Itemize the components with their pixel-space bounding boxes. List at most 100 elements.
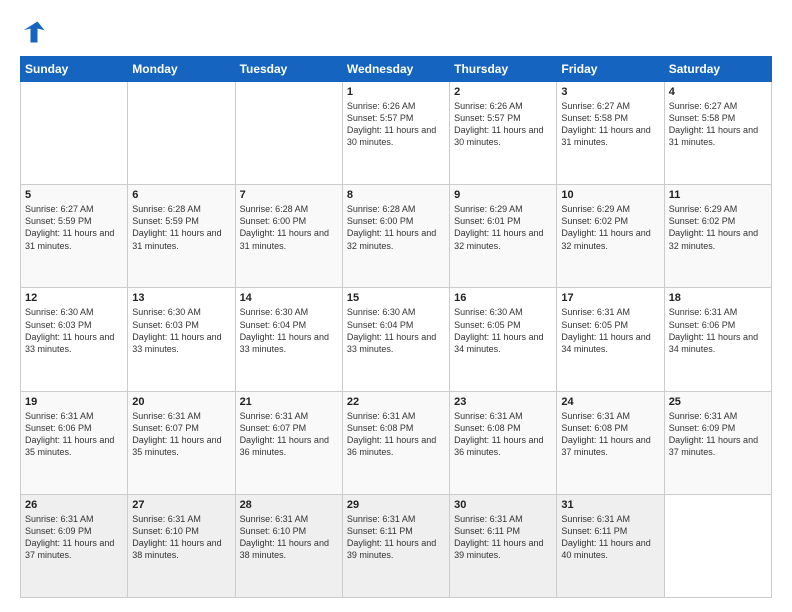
calendar-cell: 29 Sunrise: 6:31 AM Sunset: 6:11 PM Dayli… xyxy=(342,494,449,597)
calendar-cell: 5Sunrise: 6:27 AM Sunset: 5:59 PM Daylig… xyxy=(21,185,128,288)
day-number: 7 xyxy=(240,189,338,201)
day-number: 13 xyxy=(132,292,230,304)
day-number: 18 xyxy=(669,292,767,304)
weekday-header-cell: Sunday xyxy=(21,57,128,82)
calendar-week-row: 26 Sunrise: 6:31 AM Sunset: 6:09 PM Dayli… xyxy=(21,494,772,597)
day-number: 21 xyxy=(240,396,338,408)
day-info: Sunrise: 6:29 AM Sunset: 6:02 PM Dayligh… xyxy=(669,203,767,252)
calendar-cell: 1 Sunrise: 6:26 AM Sunset: 5:57 PM Daylig… xyxy=(342,82,449,185)
day-info: Sunrise: 6:27 AM Sunset: 5:58 PM Dayligh… xyxy=(669,100,767,149)
day-number: 11 xyxy=(669,189,767,201)
calendar-cell: 13Sunrise: 6:30 AM Sunset: 6:03 PM Dayli… xyxy=(128,288,235,391)
day-number: 10 xyxy=(561,189,659,201)
day-number: 26 xyxy=(25,499,123,511)
calendar-cell: 10 Sunrise: 6:29 AM Sunset: 6:02 PM Dayli… xyxy=(557,185,664,288)
day-info: Sunrise: 6:30 AM Sunset: 6:04 PM Dayligh… xyxy=(347,306,445,355)
calendar-cell: 8 Sunrise: 6:28 AM Sunset: 6:00 PM Daylig… xyxy=(342,185,449,288)
calendar-cell: 11 Sunrise: 6:29 AM Sunset: 6:02 PM Dayli… xyxy=(664,185,771,288)
calendar-cell: 2 Sunrise: 6:26 AM Sunset: 5:57 PM Daylig… xyxy=(450,82,557,185)
day-info: Sunrise: 6:31 AM Sunset: 6:08 PM Dayligh… xyxy=(454,410,552,459)
day-info: Sunrise: 6:31 AM Sunset: 6:11 PM Dayligh… xyxy=(454,513,552,562)
day-number: 20 xyxy=(132,396,230,408)
day-info: Sunrise: 6:28 AM Sunset: 6:00 PM Dayligh… xyxy=(240,203,338,252)
calendar-cell: 25 Sunrise: 6:31 AM Sunset: 6:09 PM Dayli… xyxy=(664,391,771,494)
day-info: Sunrise: 6:31 AM Sunset: 6:07 PM Dayligh… xyxy=(132,410,230,459)
calendar-cell: 18 Sunrise: 6:31 AM Sunset: 6:06 PM Dayli… xyxy=(664,288,771,391)
calendar-cell: 24 Sunrise: 6:31 AM Sunset: 6:08 PM Dayli… xyxy=(557,391,664,494)
calendar-cell: 17 Sunrise: 6:31 AM Sunset: 6:05 PM Dayli… xyxy=(557,288,664,391)
day-number: 22 xyxy=(347,396,445,408)
day-number: 27 xyxy=(132,499,230,511)
calendar-cell: 20 Sunrise: 6:31 AM Sunset: 6:07 PM Dayli… xyxy=(128,391,235,494)
weekday-header-row: SundayMondayTuesdayWednesdayThursdayFrid… xyxy=(21,57,772,82)
day-info: Sunrise: 6:28 AM Sunset: 6:00 PM Dayligh… xyxy=(347,203,445,252)
logo xyxy=(20,18,52,46)
day-info: Sunrise: 6:28 AM Sunset: 5:59 PM Dayligh… xyxy=(132,203,230,252)
calendar-cell: 27 Sunrise: 6:31 AM Sunset: 6:10 PM Dayli… xyxy=(128,494,235,597)
calendar-week-row: 5Sunrise: 6:27 AM Sunset: 5:59 PM Daylig… xyxy=(21,185,772,288)
day-info: Sunrise: 6:27 AM Sunset: 5:58 PM Dayligh… xyxy=(561,100,659,149)
day-info: Sunrise: 6:31 AM Sunset: 6:09 PM Dayligh… xyxy=(669,410,767,459)
day-number: 30 xyxy=(454,499,552,511)
day-number: 5 xyxy=(25,189,123,201)
calendar-cell xyxy=(128,82,235,185)
calendar-cell: 28Sunrise: 6:31 AM Sunset: 6:10 PM Dayli… xyxy=(235,494,342,597)
day-number: 8 xyxy=(347,189,445,201)
calendar-week-row: 19 Sunrise: 6:31 AM Sunset: 6:06 PM Dayli… xyxy=(21,391,772,494)
day-info: Sunrise: 6:30 AM Sunset: 6:04 PM Dayligh… xyxy=(240,306,338,355)
calendar-week-row: 12Sunrise: 6:30 AM Sunset: 6:03 PM Dayli… xyxy=(21,288,772,391)
weekday-header-cell: Wednesday xyxy=(342,57,449,82)
day-info: Sunrise: 6:29 AM Sunset: 6:02 PM Dayligh… xyxy=(561,203,659,252)
calendar-cell: 6 Sunrise: 6:28 AM Sunset: 5:59 PM Daylig… xyxy=(128,185,235,288)
calendar-cell: 30 Sunrise: 6:31 AM Sunset: 6:11 PM Dayli… xyxy=(450,494,557,597)
weekday-header-cell: Friday xyxy=(557,57,664,82)
day-info: Sunrise: 6:31 AM Sunset: 6:06 PM Dayligh… xyxy=(25,410,123,459)
day-number: 4 xyxy=(669,86,767,98)
calendar-cell: 9Sunrise: 6:29 AM Sunset: 6:01 PM Daylig… xyxy=(450,185,557,288)
day-number: 1 xyxy=(347,86,445,98)
day-number: 16 xyxy=(454,292,552,304)
day-info: Sunrise: 6:31 AM Sunset: 6:08 PM Dayligh… xyxy=(347,410,445,459)
day-info: Sunrise: 6:26 AM Sunset: 5:57 PM Dayligh… xyxy=(454,100,552,149)
day-number: 9 xyxy=(454,189,552,201)
calendar-cell xyxy=(21,82,128,185)
day-info: Sunrise: 6:31 AM Sunset: 6:11 PM Dayligh… xyxy=(347,513,445,562)
calendar-body: 1 Sunrise: 6:26 AM Sunset: 5:57 PM Daylig… xyxy=(21,82,772,598)
day-info: Sunrise: 6:31 AM Sunset: 6:09 PM Dayligh… xyxy=(25,513,123,562)
calendar-cell: 23 Sunrise: 6:31 AM Sunset: 6:08 PM Dayli… xyxy=(450,391,557,494)
day-number: 19 xyxy=(25,396,123,408)
day-number: 23 xyxy=(454,396,552,408)
day-number: 3 xyxy=(561,86,659,98)
calendar-cell: 31Sunrise: 6:31 AM Sunset: 6:11 PM Dayli… xyxy=(557,494,664,597)
day-number: 6 xyxy=(132,189,230,201)
day-info: Sunrise: 6:30 AM Sunset: 6:05 PM Dayligh… xyxy=(454,306,552,355)
day-number: 24 xyxy=(561,396,659,408)
weekday-header-cell: Tuesday xyxy=(235,57,342,82)
header xyxy=(20,18,772,46)
day-info: Sunrise: 6:26 AM Sunset: 5:57 PM Dayligh… xyxy=(347,100,445,149)
day-number: 2 xyxy=(454,86,552,98)
page: SundayMondayTuesdayWednesdayThursdayFrid… xyxy=(0,0,792,612)
calendar-cell: 15Sunrise: 6:30 AM Sunset: 6:04 PM Dayli… xyxy=(342,288,449,391)
day-number: 12 xyxy=(25,292,123,304)
day-number: 14 xyxy=(240,292,338,304)
day-info: Sunrise: 6:31 AM Sunset: 6:05 PM Dayligh… xyxy=(561,306,659,355)
day-number: 25 xyxy=(669,396,767,408)
calendar-cell: 19 Sunrise: 6:31 AM Sunset: 6:06 PM Dayli… xyxy=(21,391,128,494)
calendar-cell: 3 Sunrise: 6:27 AM Sunset: 5:58 PM Daylig… xyxy=(557,82,664,185)
calendar-cell: 4 Sunrise: 6:27 AM Sunset: 5:58 PM Daylig… xyxy=(664,82,771,185)
calendar-cell: 21Sunrise: 6:31 AM Sunset: 6:07 PM Dayli… xyxy=(235,391,342,494)
day-number: 29 xyxy=(347,499,445,511)
weekday-header-cell: Monday xyxy=(128,57,235,82)
calendar-week-row: 1 Sunrise: 6:26 AM Sunset: 5:57 PM Daylig… xyxy=(21,82,772,185)
logo-icon xyxy=(20,18,48,46)
day-info: Sunrise: 6:31 AM Sunset: 6:06 PM Dayligh… xyxy=(669,306,767,355)
day-info: Sunrise: 6:31 AM Sunset: 6:08 PM Dayligh… xyxy=(561,410,659,459)
calendar-cell xyxy=(664,494,771,597)
calendar-cell: 12Sunrise: 6:30 AM Sunset: 6:03 PM Dayli… xyxy=(21,288,128,391)
day-info: Sunrise: 6:31 AM Sunset: 6:10 PM Dayligh… xyxy=(132,513,230,562)
day-number: 17 xyxy=(561,292,659,304)
weekday-header-cell: Saturday xyxy=(664,57,771,82)
calendar-cell: 26 Sunrise: 6:31 AM Sunset: 6:09 PM Dayli… xyxy=(21,494,128,597)
calendar-cell: 16 Sunrise: 6:30 AM Sunset: 6:05 PM Dayli… xyxy=(450,288,557,391)
